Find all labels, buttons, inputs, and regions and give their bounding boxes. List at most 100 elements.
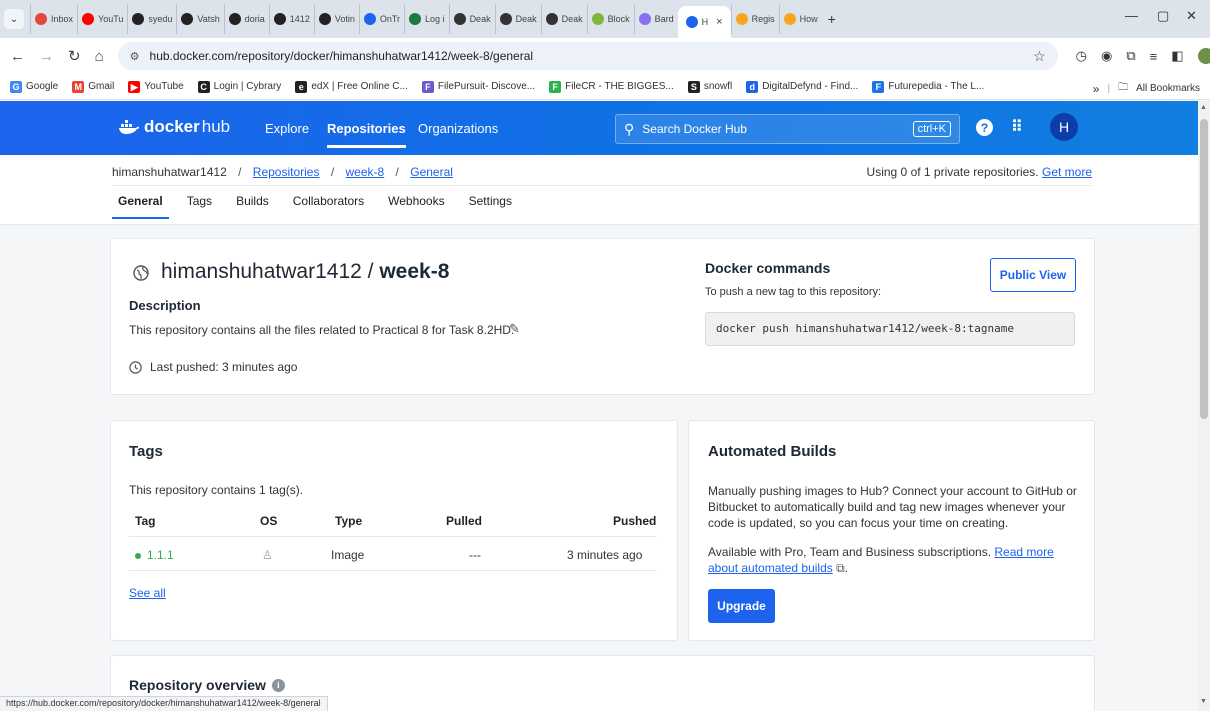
bookmark-item[interactable]: e edX | Free Online C... <box>295 80 408 93</box>
breadcrumb-repositories[interactable]: Repositories <box>253 165 320 179</box>
tag-status-dot <box>135 552 141 559</box>
builds-title: Automated Builds <box>708 443 837 460</box>
tab-collaborators[interactable]: Collaborators <box>293 194 364 216</box>
tab-label: Regis <box>751 14 775 24</box>
nav-explore[interactable]: Explore <box>265 121 309 136</box>
docker-push-command[interactable]: docker push himanshuhatwar1412/week-8:ta… <box>705 312 1075 346</box>
bookmark-item[interactable]: F Futurepedia - The L... <box>872 80 984 93</box>
url-text[interactable]: hub.docker.com/repository/docker/himansh… <box>150 49 1034 63</box>
bookmark-star-icon[interactable]: ☆ <box>1033 48 1046 65</box>
browser-tab[interactable]: Bard <box>633 4 678 34</box>
public-view-button[interactable]: Public View <box>990 258 1076 292</box>
linux-icon: ♙ <box>262 548 273 562</box>
repo-title: himanshuhatwar1412 / week-8 <box>161 260 449 284</box>
minimize-icon[interactable]: — <box>1125 8 1138 23</box>
info-icon[interactable]: i <box>271 678 285 692</box>
browser-tab[interactable]: YouTu <box>77 4 127 34</box>
tab-favicon-icon <box>273 13 286 25</box>
restore-icon[interactable]: ▢ <box>1157 8 1169 24</box>
bookmark-item[interactable]: C Login | Cybrary <box>197 80 281 93</box>
browser-tab[interactable]: 1412 <box>268 4 314 34</box>
scroll-thumb[interactable] <box>1200 119 1208 419</box>
tab-settings[interactable]: Settings <box>469 194 512 216</box>
description-text: This repository contains all the files r… <box>129 323 515 337</box>
browser-tab[interactable]: Inbox <box>30 4 77 34</box>
forward-icon[interactable]: → <box>39 48 54 65</box>
edit-pencil-icon[interactable]: ✎ <box>509 321 520 337</box>
profile-icon[interactable] <box>1197 48 1210 64</box>
browser-tab[interactable]: doria <box>223 4 269 34</box>
tab-label: Block <box>607 14 630 24</box>
help-icon[interactable]: ? <box>976 119 993 136</box>
browser-tab[interactable]: Deak <box>540 4 587 34</box>
tab-label: How <box>799 14 818 24</box>
bookmark-item[interactable]: d DigitalDefynd - Find... <box>746 80 858 93</box>
browser-tab[interactable]: syedu <box>127 4 176 34</box>
breadcrumb-repo[interactable]: week-8 <box>346 165 385 179</box>
bookmark-item[interactable]: F FilePursuit- Discove... <box>421 80 535 93</box>
address-bar[interactable]: ⚙ hub.docker.com/repository/docker/himan… <box>117 42 1058 70</box>
tab-builds[interactable]: Builds <box>236 194 269 216</box>
bookmark-label: Google <box>26 81 59 92</box>
search-input[interactable]: ⚲ Search Docker Hub ctrl+K <box>615 114 960 144</box>
tag-cell[interactable]: 1.1.1 <box>135 548 174 562</box>
dockerhub-logo[interactable]: docker hub <box>118 117 230 137</box>
tab-tags[interactable]: Tags <box>187 194 212 216</box>
home-icon[interactable]: ⌂ <box>95 48 104 65</box>
new-tab-button[interactable]: + <box>828 11 836 27</box>
close-window-icon[interactable]: ✕ <box>1186 8 1197 24</box>
page-scrollbar[interactable]: ▲ ▼ <box>1198 101 1210 711</box>
repo-tabs: General Tags Builds Collaborators Webhoo… <box>112 194 512 219</box>
sidepanel-icon[interactable]: ◧ <box>1171 48 1183 64</box>
browser-tab-active[interactable]: H × <box>677 6 731 38</box>
bookmark-item[interactable]: Ssnowfl <box>687 80 732 93</box>
browser-tab[interactable]: Regis <box>730 4 779 34</box>
nav-organizations[interactable]: Organizations <box>418 121 498 136</box>
browser-tab[interactable]: Votin <box>313 4 359 34</box>
browser-tab[interactable]: Deak <box>494 4 541 34</box>
tab-favicon-icon <box>499 13 512 25</box>
back-icon[interactable]: ← <box>10 48 25 65</box>
browser-tab[interactable]: Deak <box>448 4 495 34</box>
browser-tab[interactable]: Vatsh <box>176 4 223 34</box>
tab-favicon-icon <box>783 13 796 25</box>
site-info-icon[interactable]: ⚙ <box>130 50 140 63</box>
browser-tab[interactable]: How <box>778 4 822 34</box>
scroll-up-icon[interactable]: ▲ <box>1200 104 1207 111</box>
tag-link[interactable]: 1.1.1 <box>147 548 174 562</box>
avatar[interactable]: H <box>1050 113 1078 141</box>
more-bookmarks-button[interactable]: » <box>1093 82 1100 96</box>
tab-webhooks[interactable]: Webhooks <box>388 194 444 216</box>
upgrade-button[interactable]: Upgrade <box>708 589 775 623</box>
reading-list-icon[interactable]: ≡ <box>1150 49 1158 64</box>
tab-label: H <box>701 17 709 27</box>
bookmark-item[interactable]: G Google <box>10 80 59 93</box>
performance-icon[interactable]: ◷ <box>1076 48 1087 64</box>
nav-repositories[interactable]: Repositories <box>327 121 406 148</box>
breadcrumb-general[interactable]: General <box>410 165 453 179</box>
bookmark-item[interactable]: M Gmail <box>72 80 114 93</box>
browser-tab[interactable]: OnTr <box>358 4 404 34</box>
all-bookmarks-link[interactable]: All Bookmarks <box>1136 83 1200 94</box>
column-header-type: Type <box>335 514 363 528</box>
private-repo-text: Using 0 of 1 private repositories. <box>866 165 1039 179</box>
docker-commands-title: Docker commands <box>705 260 831 276</box>
breadcrumb-user[interactable]: himanshuhatwar1412 <box>112 165 227 179</box>
tab-close-icon[interactable]: × <box>716 16 722 28</box>
bookmark-item[interactable]: F FileCR - THE BIGGES... <box>549 80 674 93</box>
incognito-icon[interactable]: ◉ <box>1101 48 1112 64</box>
get-more-link[interactable]: Get more <box>1042 165 1092 179</box>
tab-favicon-icon <box>453 13 466 25</box>
tab-general[interactable]: General <box>112 194 169 219</box>
browser-tab[interactable]: Block <box>586 4 634 34</box>
breadcrumb-separator: / <box>395 165 399 179</box>
extensions-icon[interactable]: ⧉ <box>1126 48 1135 64</box>
apps-grid-icon[interactable]: ⠿ <box>1011 117 1023 137</box>
see-all-link[interactable]: See all <box>129 586 166 600</box>
tab-search-button[interactable]: ⌄ <box>4 9 24 29</box>
scroll-down-icon[interactable]: ▼ <box>1200 698 1207 705</box>
builds-availability: Available with Pro, Team and Business su… <box>708 544 1078 576</box>
reload-icon[interactable]: ↻ <box>68 47 81 65</box>
browser-tab[interactable]: Log i <box>404 4 449 34</box>
bookmark-item[interactable]: ▶ YouTube <box>128 80 184 93</box>
